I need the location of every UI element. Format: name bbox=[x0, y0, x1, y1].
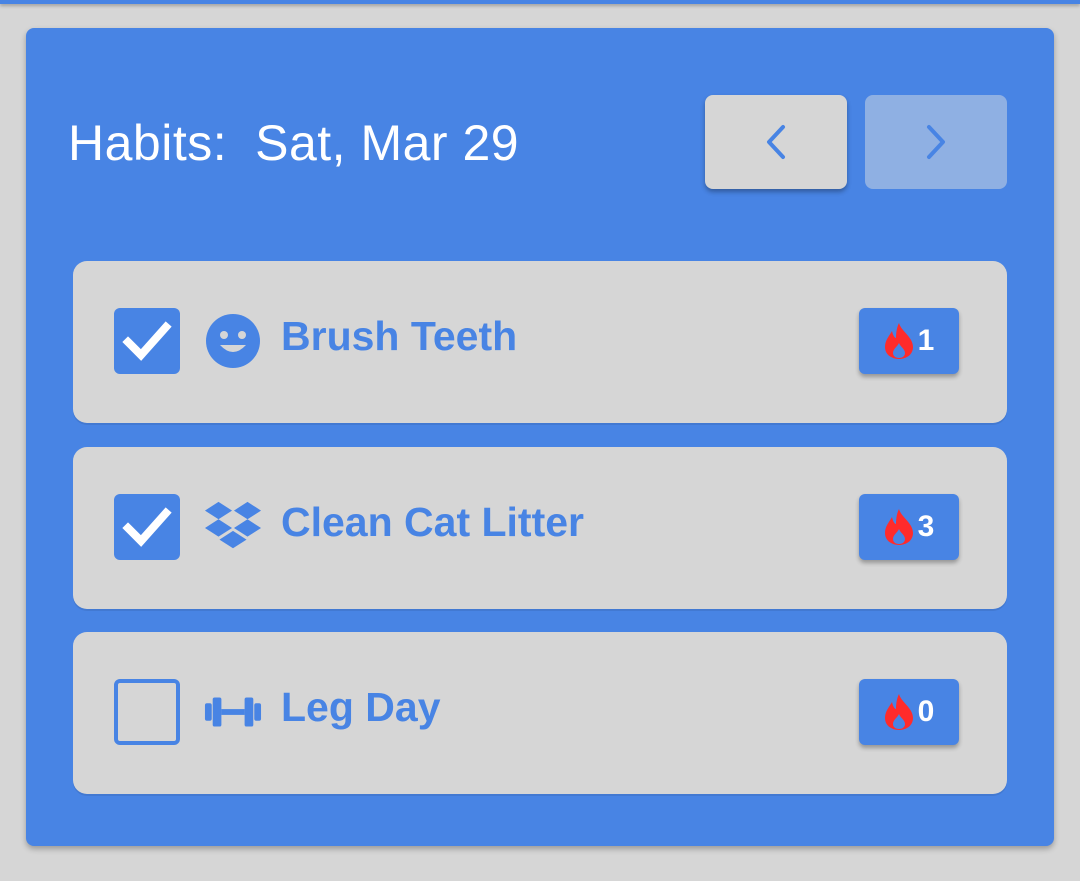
dumbbell-icon bbox=[204, 683, 262, 741]
habits-card: Habits: Sat, Mar 29 Brush Teeth 1 Clean … bbox=[26, 28, 1054, 846]
flame-icon bbox=[884, 694, 913, 730]
chevron-right-icon bbox=[927, 125, 945, 159]
habit-row-leg-day[interactable]: Leg Day 0 bbox=[73, 632, 1007, 794]
checkmark-icon bbox=[122, 507, 172, 547]
habit-label: Brush Teeth bbox=[281, 313, 518, 359]
streak-count: 3 bbox=[917, 510, 935, 543]
habit-checkbox[interactable] bbox=[114, 494, 180, 560]
streak-badge[interactable]: 3 bbox=[859, 494, 959, 560]
dropbox-icon bbox=[204, 498, 262, 556]
chevron-left-icon bbox=[767, 125, 785, 159]
app-bar-edge bbox=[0, 0, 1080, 4]
smile-icon bbox=[204, 312, 262, 370]
streak-badge[interactable]: 0 bbox=[859, 679, 959, 745]
streak-badge[interactable]: 1 bbox=[859, 308, 959, 374]
habit-label: Clean Cat Litter bbox=[281, 499, 584, 545]
habit-checkbox[interactable] bbox=[114, 679, 180, 745]
streak-count: 1 bbox=[917, 324, 935, 357]
flame-icon bbox=[884, 509, 913, 545]
next-day-button[interactable] bbox=[865, 95, 1007, 189]
habit-row-brush-teeth[interactable]: Brush Teeth 1 bbox=[73, 261, 1007, 423]
previous-day-button[interactable] bbox=[705, 95, 847, 189]
checkmark-icon bbox=[122, 321, 172, 361]
streak-count: 0 bbox=[917, 695, 935, 728]
habits-header: Habits: Sat, Mar 29 bbox=[68, 90, 1008, 200]
page-title: Habits: Sat, Mar 29 bbox=[68, 114, 519, 172]
title-label: Habits: bbox=[68, 115, 228, 171]
habit-checkbox[interactable] bbox=[114, 308, 180, 374]
habit-row-clean-cat-litter[interactable]: Clean Cat Litter 3 bbox=[73, 447, 1007, 609]
habit-label: Leg Day bbox=[281, 684, 441, 730]
current-date: Sat, Mar 29 bbox=[255, 115, 520, 171]
flame-icon bbox=[884, 323, 913, 359]
